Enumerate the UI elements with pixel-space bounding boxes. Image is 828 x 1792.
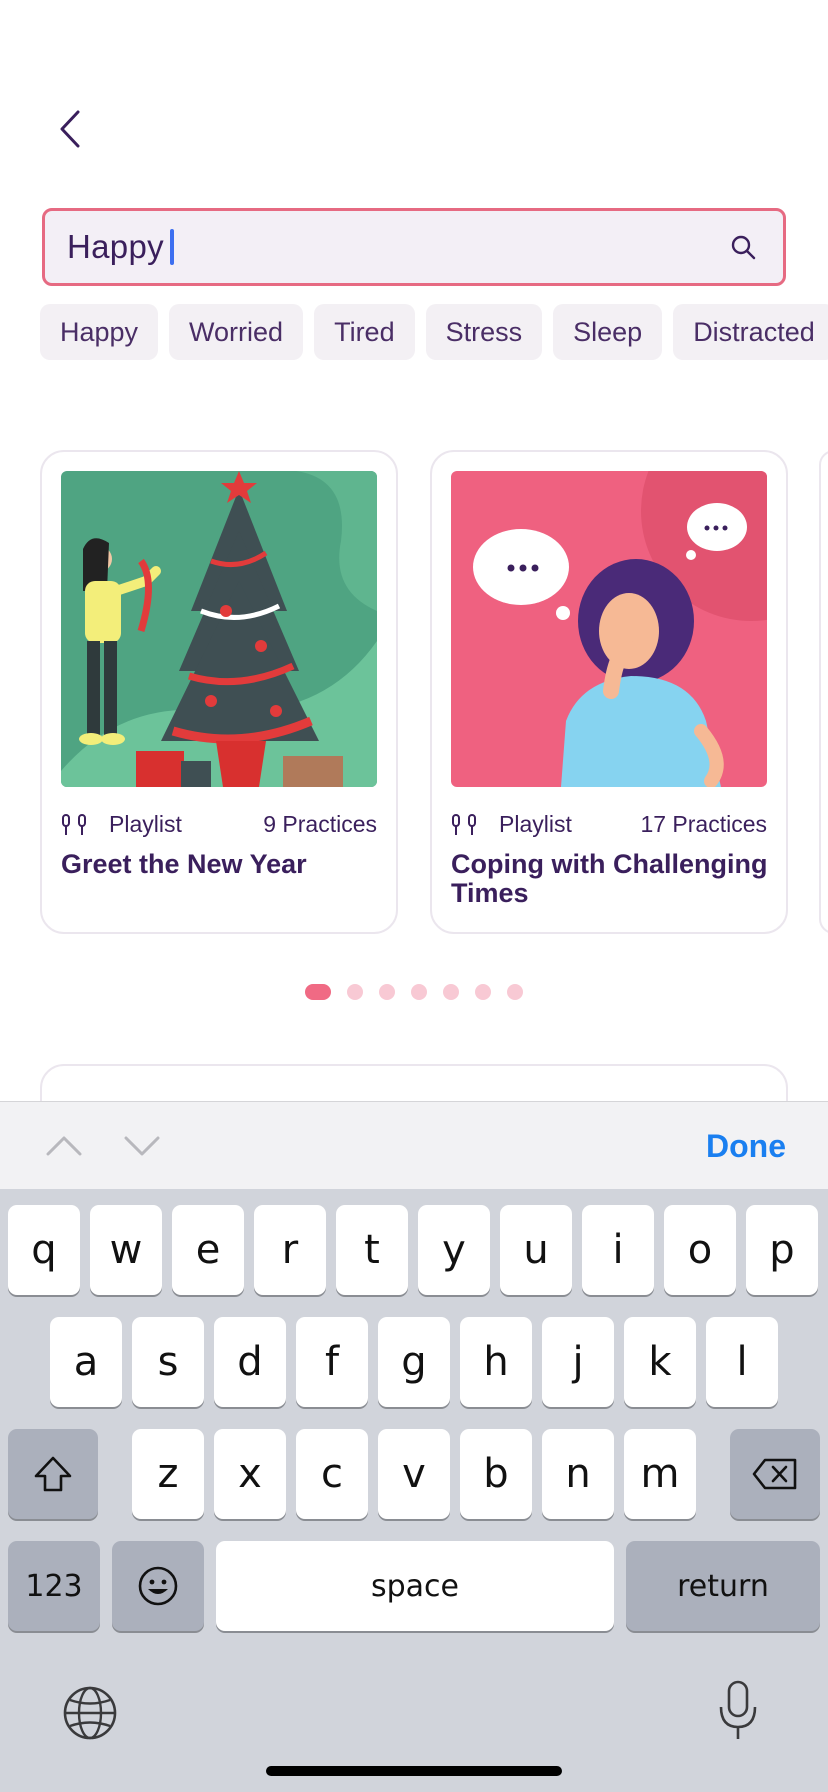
back-button[interactable] bbox=[50, 104, 90, 154]
chip-happy[interactable]: Happy bbox=[40, 304, 159, 360]
key-u[interactable]: u bbox=[500, 1205, 572, 1295]
microphone-icon[interactable] bbox=[716, 1679, 760, 1743]
return-key[interactable]: return bbox=[626, 1541, 820, 1631]
playlist-card[interactable]: Playlist 9 Practices Greet the New Year bbox=[40, 450, 398, 934]
chip-distracted[interactable]: Distracted bbox=[673, 304, 828, 360]
pagination-dot-active[interactable] bbox=[305, 984, 331, 1000]
pagination-dot[interactable] bbox=[443, 984, 459, 1000]
key-o[interactable]: o bbox=[664, 1205, 736, 1295]
chip-sleep[interactable]: Sleep bbox=[553, 304, 663, 360]
key-g[interactable]: g bbox=[378, 1317, 450, 1407]
globe-icon[interactable] bbox=[62, 1685, 118, 1741]
key-d[interactable]: d bbox=[214, 1317, 286, 1407]
key-h[interactable]: h bbox=[460, 1317, 532, 1407]
key-l[interactable]: l bbox=[706, 1317, 778, 1407]
key-a[interactable]: a bbox=[50, 1317, 122, 1407]
pagination-dot[interactable] bbox=[411, 984, 427, 1000]
card-title: Coping with Challenging Times bbox=[451, 849, 768, 908]
card-title: Greet the New Year bbox=[61, 849, 307, 879]
card-meta: Playlist 9 Practices bbox=[61, 809, 377, 839]
mood-chips: Happy Worried Tired Stress Sleep Distrac… bbox=[40, 304, 828, 360]
pagination-dot[interactable] bbox=[475, 984, 491, 1000]
numbers-key[interactable]: 123 bbox=[8, 1541, 100, 1631]
key-f[interactable]: f bbox=[296, 1317, 368, 1407]
key-y[interactable]: y bbox=[418, 1205, 490, 1295]
playlist-carousel: Playlist 9 Practices Greet the New Year bbox=[0, 450, 828, 936]
key-w[interactable]: w bbox=[90, 1205, 162, 1295]
keyboard: q w e r t y u i o p a s d f g h j k l z … bbox=[0, 1189, 828, 1792]
card-type: Playlist bbox=[109, 810, 182, 837]
chip-worried[interactable]: Worried bbox=[169, 304, 304, 360]
key-n[interactable]: n bbox=[542, 1429, 614, 1519]
next-card-peek[interactable] bbox=[819, 450, 828, 934]
headphones-icon bbox=[62, 814, 86, 835]
emoji-key[interactable] bbox=[112, 1541, 204, 1631]
key-p[interactable]: p bbox=[746, 1205, 818, 1295]
done-button[interactable]: Done bbox=[706, 1128, 786, 1165]
chip-tired[interactable]: Tired bbox=[314, 304, 415, 360]
backspace-key[interactable] bbox=[730, 1429, 820, 1519]
key-t[interactable]: t bbox=[336, 1205, 408, 1295]
key-j[interactable]: j bbox=[542, 1317, 614, 1407]
key-v[interactable]: v bbox=[378, 1429, 450, 1519]
pagination-dot[interactable] bbox=[347, 984, 363, 1000]
carousel-pagination bbox=[0, 984, 828, 1000]
text-caret bbox=[169, 229, 174, 265]
key-i[interactable]: i bbox=[582, 1205, 654, 1295]
shift-key[interactable] bbox=[8, 1429, 98, 1519]
card-meta: Playlist 17 Practices bbox=[451, 809, 767, 839]
search-icon[interactable] bbox=[729, 233, 757, 261]
key-q[interactable]: q bbox=[8, 1205, 80, 1295]
key-b[interactable]: b bbox=[460, 1429, 532, 1519]
search-input-value: Happy bbox=[67, 228, 164, 265]
chevron-down-icon[interactable] bbox=[122, 1128, 162, 1164]
emoji-icon bbox=[138, 1566, 178, 1606]
search-input[interactable]: Happy bbox=[42, 208, 786, 286]
pagination-dot[interactable] bbox=[507, 984, 523, 1000]
headphones-icon bbox=[452, 814, 476, 835]
card-type: Playlist bbox=[499, 810, 572, 837]
chip-stress[interactable]: Stress bbox=[425, 304, 543, 360]
card-practice-count: 17 Practices bbox=[640, 810, 767, 837]
card-illustration-christmas-tree bbox=[61, 471, 377, 787]
pagination-dot[interactable] bbox=[379, 984, 395, 1000]
key-e[interactable]: e bbox=[172, 1205, 244, 1295]
backspace-icon bbox=[752, 1458, 797, 1490]
key-c[interactable]: c bbox=[296, 1429, 368, 1519]
card-practice-count: 9 Practices bbox=[263, 810, 377, 837]
home-indicator bbox=[266, 1766, 562, 1776]
key-s[interactable]: s bbox=[132, 1317, 204, 1407]
key-r[interactable]: r bbox=[254, 1205, 326, 1295]
keyboard-accessory-bar: Done bbox=[0, 1101, 828, 1189]
key-x[interactable]: x bbox=[214, 1429, 286, 1519]
key-m[interactable]: m bbox=[624, 1429, 696, 1519]
key-k[interactable]: k bbox=[624, 1317, 696, 1407]
playlist-card[interactable]: Playlist 17 Practices Coping with Challe… bbox=[430, 450, 788, 934]
shift-icon bbox=[34, 1456, 72, 1492]
card-illustration-thinking-person bbox=[451, 471, 767, 787]
chevron-left-icon bbox=[60, 110, 80, 148]
key-z[interactable]: z bbox=[132, 1429, 204, 1519]
space-key[interactable]: space bbox=[216, 1541, 614, 1631]
chevron-up-icon[interactable] bbox=[44, 1128, 84, 1164]
